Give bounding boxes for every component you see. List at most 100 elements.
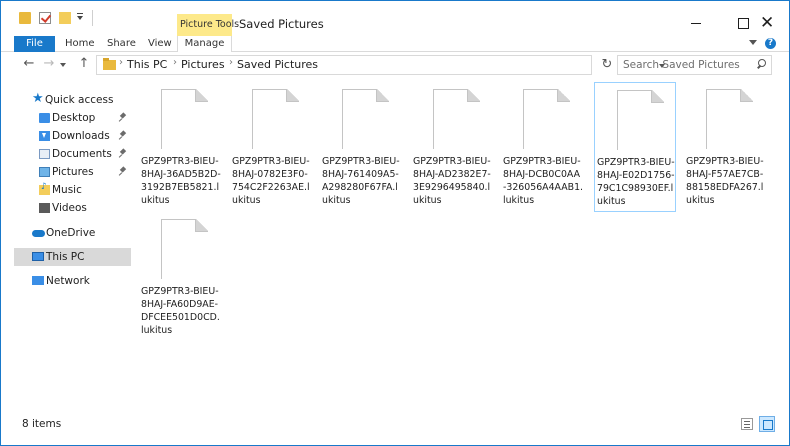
music-icon (39, 182, 50, 195)
chevron-right-icon[interactable]: › (173, 57, 177, 68)
tab-share[interactable]: Share (107, 36, 136, 52)
nav-downloads[interactable]: Downloads (14, 127, 131, 145)
details-view-icon[interactable] (741, 418, 753, 430)
search-box[interactable] (617, 55, 772, 75)
back-arrow-icon[interactable]: ← (19, 54, 39, 74)
documents-icon (39, 149, 50, 159)
nav-label: This PC (46, 251, 85, 263)
file-item[interactable]: GPZ9PTR3-BIEU-8HAJ-761409A5-A298280F67FA… (320, 82, 402, 212)
new-folder-icon[interactable] (59, 12, 71, 24)
search-icon[interactable] (756, 59, 766, 69)
folder-icon (19, 12, 31, 24)
nav-label: Desktop (52, 112, 96, 124)
refresh-icon[interactable]: ↻ (597, 55, 617, 75)
pictures-icon (39, 167, 50, 177)
nav-this-pc[interactable]: This PC (14, 248, 131, 266)
ribbon-tabs: File Home Share View Manage ? (0, 36, 790, 53)
nav-label: OneDrive (46, 227, 96, 239)
contextual-tab-label: Picture Tools (180, 19, 240, 30)
up-arrow-icon[interactable]: ↑ (75, 54, 93, 74)
item-count: 8 items (22, 418, 62, 430)
close-button[interactable]: ✕ (744, 11, 790, 35)
title-bar: Picture Tools Saved Pictures ✕ (0, 0, 790, 36)
star-icon (32, 91, 44, 106)
nav-pictures[interactable]: Pictures (14, 163, 131, 181)
file-item-selected[interactable]: GPZ9PTR3-BIEU-8HAJ-E02D1756-79C1C98930EF… (594, 82, 676, 212)
file-icon (161, 219, 208, 279)
tab-file[interactable]: File (14, 36, 55, 52)
chevron-right-icon[interactable]: › (229, 57, 233, 68)
folder-icon (103, 58, 116, 70)
search-input[interactable] (623, 57, 751, 73)
file-name: GPZ9PTR3-BIEU-8HAJ-E02D1756-79C1C98930EF… (597, 157, 675, 207)
pin-icon[interactable] (120, 167, 126, 176)
file-item[interactable]: GPZ9PTR3-BIEU-8HAJ-0782E3F0-754C2F2263AE… (230, 82, 312, 212)
pin-icon[interactable] (120, 131, 126, 140)
nav-quick-access[interactable]: Quick access (14, 91, 131, 109)
file-name: GPZ9PTR3-BIEU-8HAJ-F57AE7CB-88158EDFA267… (686, 156, 764, 206)
file-name: GPZ9PTR3-BIEU-8HAJ-0782E3F0-754C2F2263AE… (232, 156, 310, 206)
file-name: GPZ9PTR3-BIEU-8HAJ-761409A5-A298280F67FA… (322, 156, 400, 206)
downloads-icon (39, 131, 50, 141)
window-title: Saved Pictures (239, 17, 324, 31)
nav-music[interactable]: Music (14, 181, 131, 199)
computer-icon (32, 252, 44, 261)
file-icon (161, 89, 208, 149)
tab-manage[interactable]: Manage (177, 36, 232, 53)
nav-label: Downloads (52, 130, 110, 142)
file-icon (706, 89, 753, 149)
pin-icon[interactable] (120, 149, 126, 158)
breadcrumb-this-pc[interactable]: This PC (127, 58, 167, 71)
file-icon (523, 89, 570, 149)
file-name: GPZ9PTR3-BIEU-8HAJ-36AD5B2D-3192B7EB5821… (141, 156, 221, 206)
nav-label: Network (46, 275, 90, 287)
nav-label: Quick access (45, 94, 114, 106)
navigation-bar: ← → ↑ › This PC › Pictures › Saved Pictu… (0, 52, 790, 78)
expand-ribbon-icon[interactable] (749, 40, 757, 45)
address-bar[interactable]: › This PC › Pictures › Saved Pictures (96, 55, 665, 75)
minimize-button[interactable] (674, 11, 720, 35)
chevron-right-icon[interactable]: › (119, 57, 123, 68)
file-item[interactable]: GPZ9PTR3-BIEU-8HAJ-FA60D9AE-DFCEE501D0CD… (139, 212, 221, 342)
close-icon: ✕ (760, 13, 775, 33)
forward-arrow-icon[interactable]: → (39, 54, 59, 74)
videos-icon (39, 203, 50, 213)
nav-desktop[interactable]: Desktop (14, 109, 131, 127)
status-bar: 8 items (0, 414, 790, 434)
nav-documents[interactable]: Documents (14, 145, 131, 163)
file-icon (617, 90, 664, 150)
recent-locations-icon[interactable] (60, 63, 67, 67)
file-item[interactable]: GPZ9PTR3-BIEU-8HAJ-36AD5B2D-3192B7EB5821… (139, 82, 221, 212)
tab-home[interactable]: Home (65, 36, 95, 52)
customize-quick-access-icon[interactable] (77, 13, 83, 20)
file-icon (252, 89, 299, 149)
cloud-icon (32, 230, 45, 237)
file-list[interactable]: GPZ9PTR3-BIEU-8HAJ-36AD5B2D-3192B7EB5821… (135, 82, 785, 410)
file-name: GPZ9PTR3-BIEU-8HAJ-DCB0C0AA-326056A4AAB1… (503, 156, 584, 206)
nav-videos[interactable]: Videos (14, 199, 131, 217)
help-icon[interactable]: ? (765, 38, 776, 49)
file-icon (342, 89, 389, 149)
pin-icon[interactable] (120, 113, 126, 122)
file-item[interactable]: GPZ9PTR3-BIEU-8HAJ-DCB0C0AA-326056A4AAB1… (501, 82, 583, 212)
nav-label: Music (52, 184, 82, 196)
file-name: GPZ9PTR3-BIEU-8HAJ-FA60D9AE-DFCEE501D0CD… (141, 286, 220, 336)
nav-network[interactable]: Network (14, 272, 131, 290)
properties-icon[interactable] (39, 12, 51, 24)
nav-onedrive[interactable]: OneDrive (14, 224, 131, 242)
tab-view[interactable]: View (148, 36, 172, 52)
nav-label: Pictures (52, 166, 94, 178)
breadcrumb-pictures[interactable]: Pictures (181, 58, 225, 71)
title-separator (92, 10, 93, 26)
large-icons-view-icon[interactable] (759, 416, 775, 432)
navigation-pane: Quick access Desktop Downloads Documents… (14, 86, 131, 406)
nav-label: Documents (52, 148, 112, 160)
network-icon (32, 276, 44, 285)
nav-label: Videos (52, 202, 87, 214)
file-item[interactable]: GPZ9PTR3-BIEU-8HAJ-AD2382E7-3E9296495840… (411, 82, 493, 212)
file-icon (433, 89, 480, 149)
file-name: GPZ9PTR3-BIEU-8HAJ-AD2382E7-3E9296495840… (413, 156, 491, 206)
file-item[interactable]: GPZ9PTR3-BIEU-8HAJ-F57AE7CB-88158EDFA267… (684, 82, 766, 212)
desktop-icon (39, 113, 50, 123)
breadcrumb-saved-pictures[interactable]: Saved Pictures (237, 58, 318, 71)
